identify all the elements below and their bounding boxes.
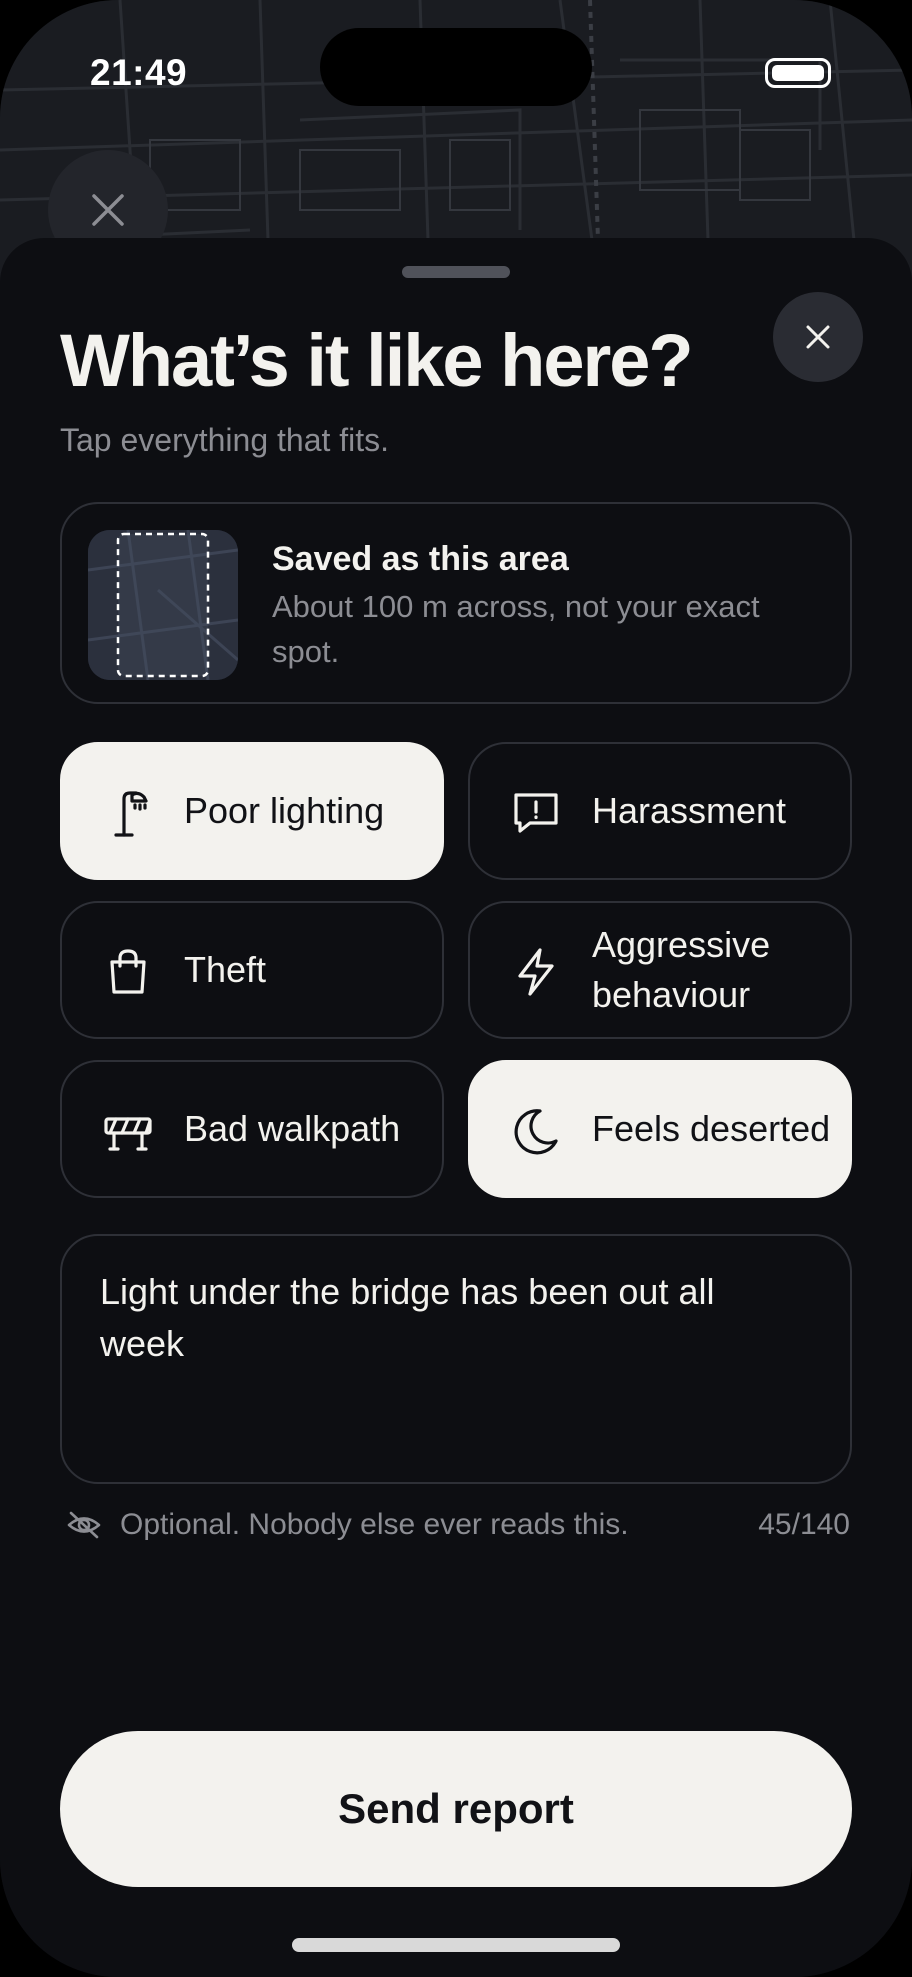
chip-poor-lighting[interactable]: Poor lighting bbox=[60, 742, 444, 880]
shopping-bag-icon bbox=[110, 949, 146, 994]
chip-label: Harassment bbox=[592, 790, 787, 831]
chip-label: Feels deserted bbox=[592, 1108, 831, 1149]
area-map-thumbnail bbox=[88, 530, 238, 680]
chip-bad-walkpath[interactable]: Bad walkpath bbox=[60, 1060, 444, 1198]
phone-screen: 21:49 What’s it like here? Tap everythin… bbox=[0, 0, 912, 1977]
street-lamp-icon bbox=[114, 791, 148, 837]
page-title: What’s it like here? bbox=[60, 319, 694, 402]
area-card-title: Saved as this area bbox=[272, 540, 569, 578]
road-barrier-icon bbox=[104, 1117, 152, 1151]
send-report-button[interactable]: Send report bbox=[60, 1731, 852, 1887]
home-indicator[interactable] bbox=[292, 1938, 620, 1952]
close-icon bbox=[92, 194, 124, 226]
chip-label: Aggressive behaviour bbox=[592, 924, 771, 1015]
sheet-grabber[interactable] bbox=[402, 266, 510, 278]
lightning-icon bbox=[518, 948, 554, 996]
status-time: 21:49 bbox=[90, 52, 188, 93]
dynamic-island bbox=[320, 28, 592, 106]
chip-feels-deserted[interactable]: Feels deserted bbox=[468, 1060, 852, 1198]
chip-label: Theft bbox=[184, 949, 267, 990]
privacy-hint-row: Optional. Nobody else ever reads this. 4… bbox=[66, 1506, 852, 1546]
character-counter: 45/140 bbox=[758, 1508, 850, 1541]
chip-label: Bad walkpath bbox=[184, 1108, 401, 1149]
moon-icon bbox=[514, 1109, 558, 1155]
note-text-value[interactable]: Light under the bridge has been out all … bbox=[100, 1266, 800, 1370]
chip-harassment[interactable]: Harassment bbox=[468, 742, 852, 880]
chip-theft[interactable]: Theft bbox=[60, 901, 444, 1039]
note-textarea[interactable]: Light under the bridge has been out all … bbox=[60, 1234, 852, 1484]
eye-off-icon bbox=[67, 1511, 101, 1539]
area-card-description: About 100 m across, not your exact spot. bbox=[272, 589, 760, 669]
sheet-close-button[interactable] bbox=[773, 292, 863, 382]
chip-label: Poor lighting bbox=[184, 790, 385, 831]
page-subtitle: Tap everything that fits. bbox=[60, 422, 390, 458]
close-icon bbox=[806, 325, 830, 349]
chip-aggressive-behaviour[interactable]: Aggressive behaviour bbox=[468, 901, 852, 1039]
area-card: Saved as this area About 100 m across, n… bbox=[60, 502, 852, 704]
privacy-hint: Optional. Nobody else ever reads this. bbox=[120, 1508, 629, 1541]
report-message-icon bbox=[514, 793, 558, 833]
battery-icon bbox=[765, 58, 831, 88]
